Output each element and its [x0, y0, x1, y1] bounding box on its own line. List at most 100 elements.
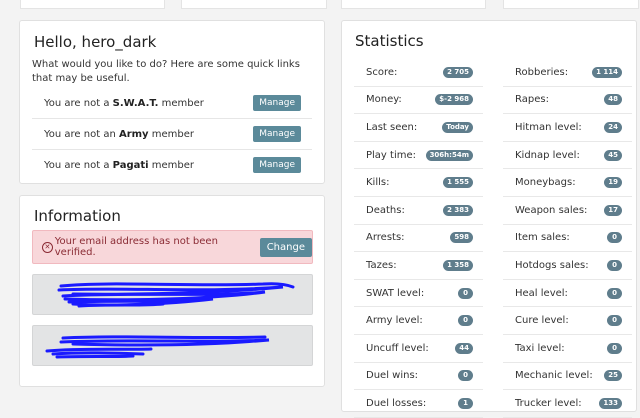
stat-label: Deaths:: [366, 204, 405, 216]
stat-value-badge: 1 358: [443, 259, 473, 271]
stat-row: SWAT level: 0: [354, 280, 483, 308]
stat-value-badge: 0: [607, 342, 622, 354]
stat-label: Duel wins:: [366, 370, 419, 382]
stat-label: Weapon sales:: [515, 204, 588, 216]
stat-row: Kills: 1 555: [354, 169, 483, 197]
membership-suffix: member: [158, 97, 204, 109]
top-card-edge: [341, 0, 486, 9]
stat-label: Kidnap level:: [515, 149, 580, 161]
stat-value-badge: 598: [450, 232, 473, 244]
stat-label: Rapes:: [515, 94, 549, 106]
stat-value-badge: 2 383: [443, 204, 473, 216]
stat-row: Cure level: 0: [503, 307, 632, 335]
stat-row: Mechanic level: 25: [503, 363, 632, 391]
hello-card: Hello, hero_dark What would you like to …: [19, 20, 325, 184]
membership-suffix: member: [148, 128, 195, 140]
stat-value-badge: 45: [604, 149, 622, 161]
stat-value-badge: 1 114: [592, 66, 622, 78]
stat-value-badge: 0: [458, 315, 473, 327]
redacted-info-box: [32, 325, 313, 366]
stat-row: Duel losses: 1: [354, 390, 483, 418]
stat-label: Army level:: [366, 315, 423, 327]
stat-row: Last seen: Today: [354, 114, 483, 142]
stat-row: Arrests: 598: [354, 225, 483, 253]
membership-prefix: You are not a: [44, 159, 113, 171]
stat-value-badge: 306h:54m: [425, 149, 473, 161]
stat-label: Duel losses:: [366, 397, 427, 409]
stat-label: Heal level:: [515, 287, 568, 299]
stat-row: Duel wins: 0: [354, 363, 483, 391]
scribble-redaction: [57, 282, 295, 308]
membership-org: Pagati: [112, 159, 149, 171]
stat-row: Money: $-2 968: [354, 87, 483, 115]
membership-prefix: You are not a: [44, 97, 113, 109]
stat-row: Uncuff level: 44: [354, 335, 483, 363]
stat-row: Kidnap level: 45: [503, 142, 632, 170]
stat-value-badge: 19: [604, 177, 622, 189]
stat-value-badge: 17: [604, 204, 622, 216]
change-email-button[interactable]: Change: [259, 237, 312, 257]
stat-label: Uncuff level:: [366, 342, 429, 354]
stat-value-badge: 25: [604, 370, 622, 382]
membership-row-swat: You are not a S.W.A.T. member Manage: [32, 88, 312, 119]
stat-row: Army level: 0: [354, 307, 483, 335]
statistics-card: Statistics Score: 2 705 Money: $-2 968 Last …: [341, 20, 637, 418]
stat-label: Trucker level:: [515, 397, 582, 409]
stat-value-badge: 0: [607, 287, 622, 299]
stat-label: Play time:: [366, 149, 416, 161]
stat-label: Mechanic level:: [515, 370, 593, 382]
stat-row: Heal level: 0: [503, 280, 632, 308]
membership-row-pagati: You are not a Pagati member Manage: [32, 150, 312, 180]
stat-label: Kills:: [366, 177, 390, 189]
stat-value-badge: 0: [607, 315, 622, 327]
stat-value-badge: Today: [442, 121, 473, 133]
stats-column-right: Robberies: 1 114 Rapes: 48 Hitman level: 24 Ki…: [503, 59, 632, 418]
stat-label: Score:: [366, 66, 398, 78]
hello-title: Hello, hero_dark: [34, 33, 157, 51]
stat-value-badge: 133: [599, 397, 622, 409]
membership-row-army: You are not an Army member Manage: [32, 119, 312, 150]
stat-label: Taxi level:: [515, 342, 565, 354]
stat-row: Taxi level: 0: [503, 335, 632, 363]
stat-label: Cure level:: [515, 315, 569, 327]
stat-label: Tazes:: [366, 259, 397, 271]
stat-row: Trucker level: 133: [503, 390, 632, 418]
stat-label: Robberies:: [515, 66, 569, 78]
information-card: Information ✕ Your email address has not…: [19, 195, 325, 387]
stat-row: Play time: 306h:54m: [354, 142, 483, 170]
stat-value-badge: 0: [458, 287, 473, 299]
stat-value-badge: 2 705: [443, 66, 473, 78]
redacted-info-box: [32, 274, 313, 315]
manage-pagati-button[interactable]: Manage: [253, 157, 301, 173]
stat-label: Last seen:: [366, 121, 418, 133]
stat-value-badge: $-2 968: [435, 94, 473, 106]
alert-text: Your email address has not been verified…: [54, 236, 218, 258]
manage-army-button[interactable]: Manage: [253, 126, 301, 142]
stat-row: Item sales: 0: [503, 225, 632, 253]
stat-label: Hotdogs sales:: [515, 259, 589, 271]
stat-row: Score: 2 705: [354, 59, 483, 87]
stat-value-badge: 1 555: [443, 177, 473, 189]
top-card-edge: [181, 0, 327, 9]
stat-row: Weapon sales: 17: [503, 197, 632, 225]
stat-label: Hitman level:: [515, 121, 582, 133]
stat-row: Moneybags: 19: [503, 169, 632, 197]
stat-label: Moneybags:: [515, 177, 576, 189]
stat-value-badge: 24: [604, 121, 622, 133]
stat-row: Robberies: 1 114: [503, 59, 632, 87]
membership-org: S.W.A.T.: [112, 97, 159, 109]
stat-row: Rapes: 48: [503, 87, 632, 115]
membership-org: Army: [118, 128, 149, 140]
stat-label: Money:: [366, 94, 402, 106]
manage-swat-button[interactable]: Manage: [253, 95, 301, 111]
stat-row: Tazes: 1 358: [354, 252, 483, 280]
stat-value-badge: 0: [607, 259, 622, 271]
membership-prefix: You are not an: [44, 128, 119, 140]
stats-column-left: Score: 2 705 Money: $-2 968 Last seen: Today P…: [354, 59, 483, 418]
stat-label: Item sales:: [515, 232, 570, 244]
stat-row: Deaths: 2 383: [354, 197, 483, 225]
stat-value-badge: 44: [455, 342, 473, 354]
scribble-redaction: [45, 335, 270, 359]
stat-row: Hitman level: 24: [503, 114, 632, 142]
hello-intro: What would you like to do? Here are some…: [32, 59, 300, 84]
